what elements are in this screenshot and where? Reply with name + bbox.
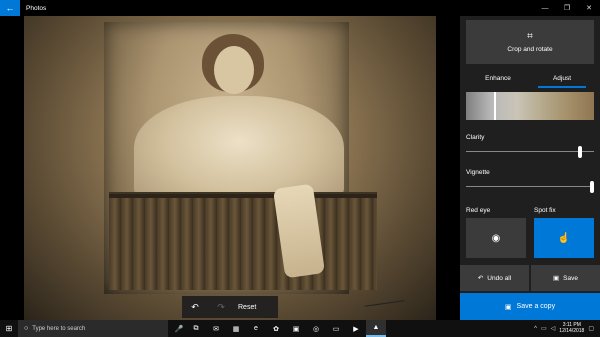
red-eye-button[interactable]: ◉ <box>466 218 526 258</box>
mail-icon[interactable]: ✉ <box>206 320 226 337</box>
redo-button[interactable]: ↷ <box>208 296 234 318</box>
undo-all-button[interactable]: ↶ Undo all <box>460 265 529 291</box>
photos-app-icon[interactable]: ▣ <box>286 320 306 337</box>
search-icon: ○ <box>24 325 29 332</box>
clarity-slider-thumb[interactable] <box>577 146 582 158</box>
file-explorer-icon[interactable]: ▭ <box>326 320 346 337</box>
paint-icon[interactable]: ✿ <box>266 320 286 337</box>
reset-button[interactable]: Reset <box>238 304 256 311</box>
photo-pedestal <box>109 198 377 290</box>
clarity-label: Clarity <box>466 134 485 141</box>
tab-enhance[interactable]: Enhance <box>466 72 530 88</box>
eye-icon: ◉ <box>491 232 501 244</box>
minimize-button[interactable]: — <box>534 0 556 16</box>
taskbar-apps: ⧉ ✉ ▦ e ✿ ▣ ◎ ▭ ▶ ▲ <box>186 320 386 337</box>
system-tray: ^ ▭ ◁ 3:11 PM 12/14/2018 ▢ <box>534 320 600 337</box>
vignette-slider-track[interactable] <box>466 186 594 187</box>
spot-fix-label: Spot fix <box>534 207 556 214</box>
chrome-icon[interactable]: ◎ <box>306 320 326 337</box>
filmstrip-marker[interactable] <box>494 92 496 120</box>
back-arrow-icon: ← <box>5 3 15 13</box>
save-a-copy-button[interactable]: ▣ Save a copy <box>460 293 600 320</box>
windows-icon: ⊞ <box>5 324 13 333</box>
photo-subject-face <box>214 46 254 94</box>
app-title: Photos <box>26 4 47 12</box>
undo-all-icon: ↶ <box>477 275 484 282</box>
touch-icon: ☝ <box>557 232 571 244</box>
light-color-filmstrip[interactable] <box>466 92 594 120</box>
task-view-icon[interactable]: ⧉ <box>186 320 206 337</box>
save-copy-icon: ▣ <box>504 303 512 311</box>
title-bar: ← Photos — ❐ ✕ <box>0 0 600 16</box>
save-button[interactable]: ▣ Save <box>531 265 600 291</box>
network-icon[interactable]: ▭ <box>541 325 547 332</box>
photo-canvas[interactable]: ↶ ↷ Reset <box>0 16 460 320</box>
photo-signature <box>363 293 405 307</box>
edge-icon[interactable]: e <box>246 320 266 337</box>
maximize-button[interactable]: ❐ <box>556 0 578 16</box>
clock-date: 12/14/2018 <box>559 327 585 334</box>
start-button[interactable]: ⊞ <box>0 320 18 337</box>
spot-fix-button[interactable]: ☝ <box>534 218 594 258</box>
chevron-up-icon[interactable]: ^ <box>534 326 537 332</box>
search-placeholder: Type here to search <box>32 325 86 332</box>
close-button[interactable]: ✕ <box>578 0 600 16</box>
tab-adjust[interactable]: Adjust <box>530 72 594 88</box>
redo-icon: ↷ <box>217 301 225 312</box>
back-button[interactable]: ← <box>0 0 20 16</box>
crop-and-rotate-button[interactable]: ⌗ Crop and rotate <box>466 20 594 64</box>
notifications-icon[interactable]: ▢ <box>588 325 594 332</box>
undo-icon: ↶ <box>191 301 199 312</box>
vignette-label: Vignette <box>466 169 490 176</box>
save-label: Save <box>563 274 578 282</box>
save-copy-label: Save a copy <box>516 303 556 310</box>
undo-all-label: Undo all <box>487 274 512 282</box>
crop-icon: ⌗ <box>527 30 533 42</box>
window-controls: — ❐ ✕ <box>534 0 600 16</box>
undo-button[interactable]: ↶ <box>182 296 208 318</box>
edit-tabs: Enhance Adjust <box>466 72 594 88</box>
microphone-icon[interactable]: 🎤 <box>172 325 186 333</box>
photos-running-icon[interactable]: ▲ <box>366 320 386 337</box>
clarity-slider-track[interactable] <box>466 151 594 152</box>
edit-panel: ⌗ Crop and rotate Enhance Adjust Clarity… <box>460 16 600 320</box>
vintage-photo <box>24 16 436 320</box>
volume-icon[interactable]: ◁ <box>551 325 556 332</box>
vignette-slider-thumb[interactable] <box>590 181 594 193</box>
clock[interactable]: 3:11 PM 12/14/2018 <box>559 322 585 334</box>
taskbar-search[interactable]: ○ Type here to search <box>18 320 168 337</box>
red-eye-label: Red eye <box>466 207 491 214</box>
taskbar: ⊞ ○ Type here to search 🎤 ⧉ ✉ ▦ e ✿ ▣ ◎ ▭ ▶ ▲ ^ ▭… <box>0 320 600 337</box>
store-icon[interactable]: ▦ <box>226 320 246 337</box>
crop-label: Crop and rotate <box>507 45 553 53</box>
save-icon: ▣ <box>553 275 560 282</box>
media-icon[interactable]: ▶ <box>346 320 366 337</box>
photo-edit-toolbar: ↶ ↷ Reset <box>182 296 278 318</box>
